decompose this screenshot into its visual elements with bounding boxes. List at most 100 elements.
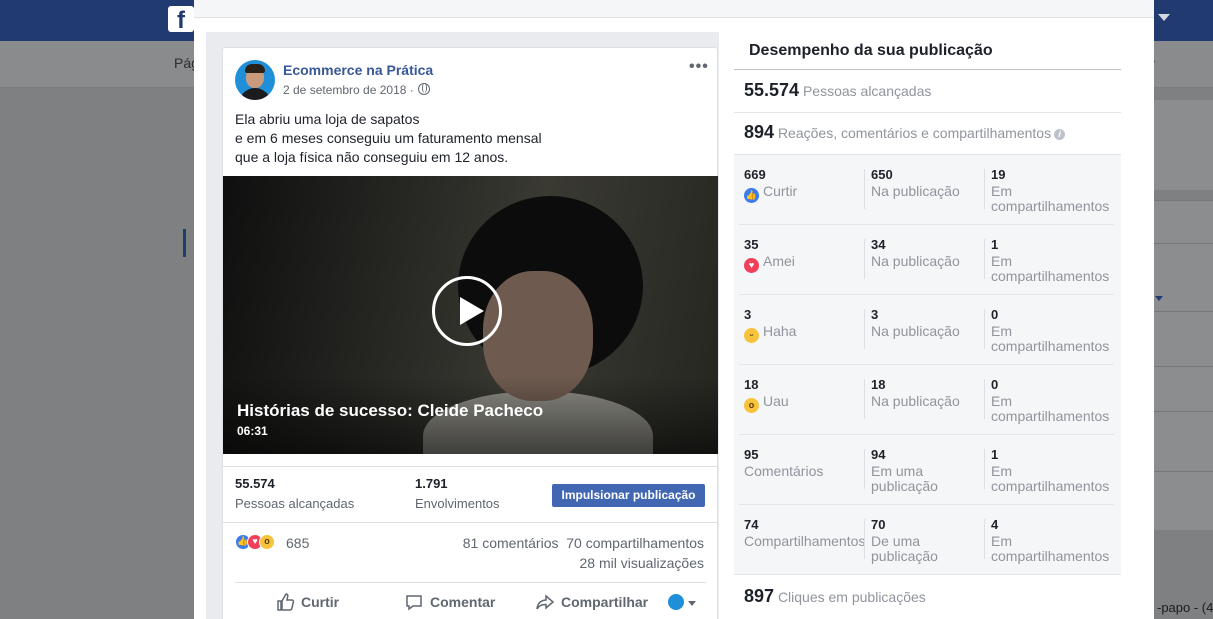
audience-selector-avatar[interactable] [668,594,684,610]
reach-summary-value: 55.574 [744,80,800,100]
comment-icon [406,595,422,611]
globe-icon [418,83,430,95]
total-value: 18 [744,377,759,392]
row-label: Amei [763,253,795,269]
post-clicks-summary: 897 Cliques em publicações [744,586,926,607]
more-options-icon[interactable]: ••• [689,58,709,76]
breakdown-row-haha: 3 ᵕ Haha 3 Na publicação 0 Em compartilhamen… [734,295,1121,365]
on-shares-label: Em compartilhamentos [991,253,1110,284]
row-label: Uau [763,393,789,409]
views-count: 28 mil visualizações [579,555,705,571]
on-post-value: 70 [871,517,886,532]
on-shares-label: Em compartilhamentos [991,533,1110,564]
engagement-summary-value: 894 [744,122,775,142]
divider [223,466,718,467]
haha-icon: ᵕ [744,328,759,343]
on-post-label: Na publicação [871,183,960,199]
reaction-count[interactable]: 685 [286,535,309,551]
breakdown-row-shares: 74 Compartilhamentos 70 De uma publicação … [734,505,1121,575]
on-shares-value: 1 [991,237,999,252]
on-shares-value: 19 [991,167,1006,182]
comments-shares-count[interactable]: 81 comentários 70 compartilhamentos [463,535,704,551]
post-date[interactable]: 2 de setembro de 2018 · [283,83,414,97]
video-player[interactable]: Histórias de sucesso: Cleide Pacheco 06:… [223,176,718,454]
post-card: Ecommerce na Prática 2 de setembro de 20… [222,47,718,619]
total-value: 3 [744,307,752,322]
performance-title: Desempenho da sua publicação [749,42,993,59]
share-icon [536,594,555,610]
info-icon[interactable]: i [1054,129,1066,140]
reach-summary-label: Pessoas alcançadas [802,83,932,99]
on-shares-label: Em compartilhamentos [991,463,1110,494]
row-label: Comentários [744,463,824,479]
total-value: 669 [744,167,766,182]
like-icon: 👍 [744,188,759,203]
on-shares-label: Em compartilhamentos [991,323,1110,354]
play-button[interactable] [432,276,502,346]
background-accent-bar [183,229,186,257]
background-side-panel [1154,200,1213,530]
reach-value: 55.574 [235,476,275,491]
post-text-line: Ela abriu uma loja de sapatos [235,111,420,127]
engagement-breakdown: 669 👍 Curtir 650 Na publicação 19 Em compart… [734,155,1121,575]
row-label: Haha [763,323,797,339]
on-shares-value: 0 [991,377,999,392]
on-post-value: 3 [871,307,879,322]
divider [235,582,706,583]
chevron-down-icon[interactable] [688,601,696,606]
page-name-link[interactable]: Ecommerce na Prática [283,62,433,78]
breakdown-row-wow: 18 o Uau 18 Na publicação 0 Em compartilhame… [734,365,1121,435]
row-label: Curtir [763,183,798,199]
breakdown-row-love: 35 ♥ Amei 34 Na publicação 1 Em compartilham… [734,225,1121,295]
total-value: 35 [744,237,759,252]
reach-label: Pessoas alcançadas [235,496,355,511]
post-text-line: e em 6 meses conseguiu um faturamento me… [235,130,542,146]
on-post-value: 34 [871,237,886,252]
breakdown-row-like: 669 👍 Curtir 650 Na publicação 19 Em compart… [734,155,1121,225]
row-label: Compartilhamentos [744,533,866,549]
reach-summary: 55.574 Pessoas alcançadas [744,80,931,101]
like-label: Curtir [301,594,340,610]
background-caret-icon [1155,296,1163,301]
total-value: 95 [744,447,759,462]
on-post-label: Na publicação [871,393,960,409]
post-text-line: que a loja física não conseguiu em 12 an… [235,149,509,165]
on-shares-label: Em compartilhamentos [991,393,1110,424]
on-post-value: 94 [871,447,886,462]
page-avatar[interactable] [235,60,275,100]
breakdown-row-comments: 95 Comentários 94 Em uma publicação 1 Em co… [734,435,1121,505]
on-post-label: Na publicação [871,253,960,269]
on-post-label: De uma publicação [871,533,938,564]
on-shares-label: Em compartilhamentos [991,183,1110,214]
divider [734,112,1121,113]
post-clicks-label: Cliques em publicações [777,589,926,605]
share-label: Compartilhar [561,594,649,610]
wow-icon: o [744,398,759,413]
engagement-summary-label: Reações, comentários e compartilhamentos [777,125,1052,141]
engagement-label: Envolvimentos [415,496,500,511]
on-post-value: 650 [871,167,893,182]
on-shares-value: 4 [991,517,999,532]
boost-post-button[interactable]: Impulsionar publicação [552,484,705,507]
on-post-value: 18 [871,377,886,392]
on-post-label: Na publicação [871,323,960,339]
background-side-card [1154,100,1213,190]
on-post-label: Em uma publicação [871,463,938,494]
video-duration: 06:31 [237,424,268,438]
total-value: 74 [744,517,759,532]
post-text: Ela abriu uma loja de sapatos e em 6 mes… [235,110,542,167]
modal-header [194,0,1154,18]
facebook-logo-icon: f [168,6,194,34]
post-insights-modal: Ecommerce na Prática 2 de setembro de 20… [194,0,1154,619]
video-title: Histórias de sucesso: Cleide Pacheco [237,401,544,420]
on-shares-value: 0 [991,307,999,322]
divider [734,69,1121,70]
comment-label: Comentar [430,594,496,610]
engagement-value: 1.791 [415,476,448,491]
thumbs-up-icon [277,593,295,611]
divider [223,522,718,523]
account-menu-caret-icon [1158,14,1170,21]
love-icon: ♥ [744,258,759,273]
engagement-summary: 894 Reações, comentários e compartilhame… [744,122,1066,143]
post-preview-area: Ecommerce na Prática 2 de setembro de 20… [206,32,719,619]
